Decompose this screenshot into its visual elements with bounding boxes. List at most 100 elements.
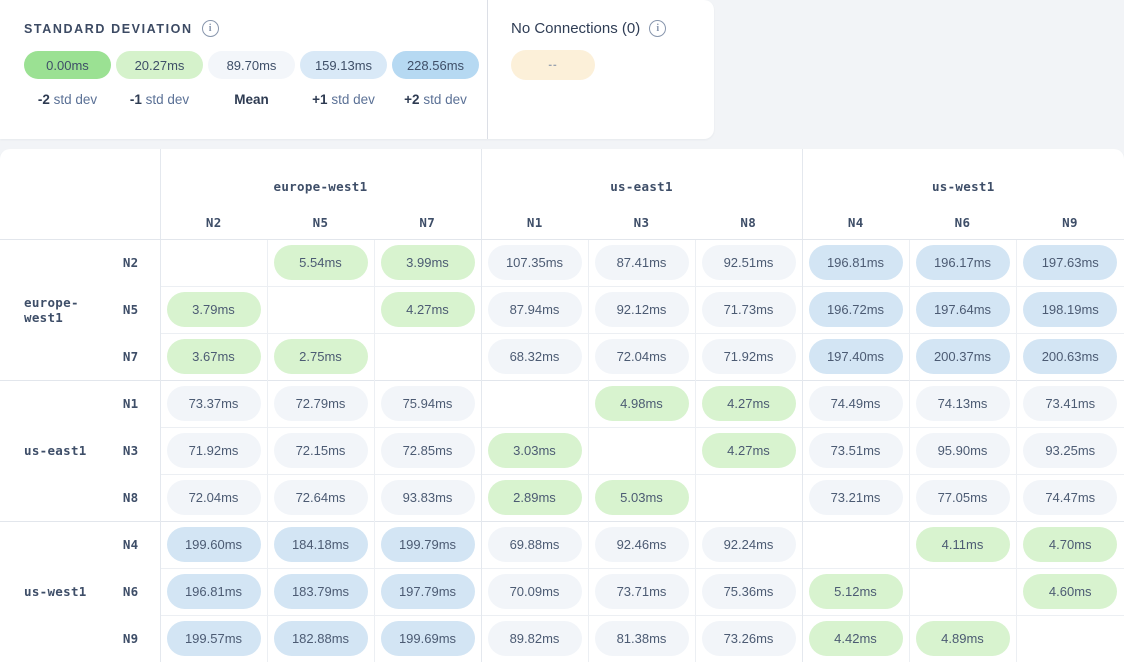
latency-cell: 92.46ms [588, 521, 695, 568]
column-group-europe-west1: europe-west1 [160, 149, 481, 207]
latency-value-pill: 199.57ms [167, 621, 261, 656]
latency-value-pill: 182.88ms [274, 621, 368, 656]
matrix-body: europe-west1N25.54ms3.99ms107.35ms87.41m… [0, 239, 1124, 662]
latency-cell: 72.04ms [588, 333, 695, 380]
latency-cell: 69.88ms [481, 521, 588, 568]
latency-cell: 72.64ms [267, 474, 374, 521]
latency-value-pill: 200.37ms [916, 339, 1010, 374]
latency-cell: 73.37ms [160, 380, 267, 427]
latency-cell: 89.82ms [481, 615, 588, 662]
latency-cell: 200.37ms [909, 333, 1016, 380]
latency-value-pill: 4.27ms [381, 292, 475, 327]
latency-cell: 73.71ms [588, 568, 695, 615]
latency-cell: 196.17ms [909, 239, 1016, 286]
latency-cell: 4.27ms [374, 286, 481, 333]
latency-cell: 2.89ms [481, 474, 588, 521]
latency-cell: 77.05ms [909, 474, 1016, 521]
latency-cell: 87.41ms [588, 239, 695, 286]
std-dev-legend-title: STANDARD DEVIATION [24, 22, 193, 36]
latency-cell: 4.42ms [802, 615, 909, 662]
latency-value-pill: 199.79ms [381, 527, 475, 562]
row-header-N7: N7 [112, 333, 160, 380]
row-header-N6: N6 [112, 568, 160, 615]
latency-cell: 72.04ms [160, 474, 267, 521]
latency-cell: 3.03ms [481, 427, 588, 474]
latency-value-pill: 77.05ms [916, 480, 1010, 515]
table-row-N6: N6196.81ms183.79ms197.79ms70.09ms73.71ms… [0, 568, 1124, 615]
legend-stop-1: 20.27ms [116, 51, 203, 79]
latency-value-pill: 75.36ms [702, 574, 796, 609]
column-header-N6: N6 [909, 207, 1016, 239]
latency-value-pill: 73.41ms [1023, 386, 1117, 421]
column-header-N9: N9 [1016, 207, 1124, 239]
latency-value-pill: 95.90ms [916, 433, 1010, 468]
latency-cell: 196.81ms [160, 568, 267, 615]
latency-cell: 87.94ms [481, 286, 588, 333]
table-row-N8: N872.04ms72.64ms93.83ms2.89ms5.03ms73.21… [0, 474, 1124, 521]
latency-value-pill: 5.03ms [595, 480, 689, 515]
latency-value-pill: 73.51ms [809, 433, 903, 468]
latency-value-pill: 4.42ms [809, 621, 903, 656]
latency-value-pill: 69.88ms [488, 527, 582, 562]
latency-cell: 93.25ms [1016, 427, 1124, 474]
latency-cell: 73.51ms [802, 427, 909, 474]
latency-value-pill: 197.64ms [916, 292, 1010, 327]
latency-cell [160, 239, 267, 286]
info-icon[interactable]: i [202, 20, 219, 37]
latency-cell: 71.92ms [695, 333, 802, 380]
legend-stop-label: +1 std dev [300, 79, 387, 107]
latency-cell: 92.24ms [695, 521, 802, 568]
latency-value-pill: 92.12ms [595, 292, 689, 327]
latency-cell: 183.79ms [267, 568, 374, 615]
latency-cell: 92.12ms [588, 286, 695, 333]
latency-value-pill: 71.73ms [702, 292, 796, 327]
legend-stop-pill: 89.70ms [208, 51, 295, 79]
latency-cell: 72.15ms [267, 427, 374, 474]
latency-value-pill: 196.81ms [167, 574, 261, 609]
latency-cell: 197.63ms [1016, 239, 1124, 286]
latency-value-pill: 4.70ms [1023, 527, 1117, 562]
latency-cell: 197.79ms [374, 568, 481, 615]
table-row-N1: us-east1N173.37ms72.79ms75.94ms4.98ms4.2… [0, 380, 1124, 427]
latency-cell: 68.32ms [481, 333, 588, 380]
latency-value-pill: 87.94ms [488, 292, 582, 327]
latency-cell: 74.49ms [802, 380, 909, 427]
latency-cell: 75.36ms [695, 568, 802, 615]
latency-cell: 71.92ms [160, 427, 267, 474]
latency-cell: 3.79ms [160, 286, 267, 333]
latency-cell: 4.60ms [1016, 568, 1124, 615]
latency-value-pill: 3.99ms [381, 245, 475, 280]
no-connections-title: No Connections (0) [511, 20, 640, 37]
legend-stop-pill: 20.27ms [116, 51, 203, 79]
latency-cell: 95.90ms [909, 427, 1016, 474]
legend-stop-label: -1 std dev [116, 79, 203, 107]
latency-cell [374, 333, 481, 380]
latency-value-pill: 197.40ms [809, 339, 903, 374]
row-header-N5: N5 [112, 286, 160, 333]
legend-stop-0: 0.00ms [24, 51, 111, 79]
latency-cell: 4.98ms [588, 380, 695, 427]
latency-cell [481, 380, 588, 427]
info-icon[interactable]: i [649, 20, 666, 37]
latency-cell [1016, 615, 1124, 662]
legend-stop-labels: -2 std dev-1 std devMean+1 std dev+2 std… [24, 79, 487, 107]
latency-cell: 73.26ms [695, 615, 802, 662]
latency-cell: 199.60ms [160, 521, 267, 568]
latency-value-pill: 92.24ms [702, 527, 796, 562]
latency-cell: 4.27ms [695, 427, 802, 474]
matrix-column-headers: europe-west1us-east1us-west1N2N5N7N1N3N8… [0, 149, 1124, 239]
std-dev-legend: STANDARD DEVIATION i 0.00ms20.27ms89.70m… [0, 0, 488, 139]
latency-cell: 81.38ms [588, 615, 695, 662]
latency-cell: 107.35ms [481, 239, 588, 286]
latency-value-pill: 87.41ms [595, 245, 689, 280]
latency-cell: 4.11ms [909, 521, 1016, 568]
latency-cell: 75.94ms [374, 380, 481, 427]
latency-value-pill: 81.38ms [595, 621, 689, 656]
legend-stop-pill: 159.13ms [300, 51, 387, 79]
column-group-us-east1: us-east1 [481, 149, 802, 207]
latency-value-pill: 73.21ms [809, 480, 903, 515]
latency-value-pill: 4.89ms [916, 621, 1010, 656]
latency-cell: 196.81ms [802, 239, 909, 286]
latency-cell: 92.51ms [695, 239, 802, 286]
latency-value-pill: 71.92ms [167, 433, 261, 468]
